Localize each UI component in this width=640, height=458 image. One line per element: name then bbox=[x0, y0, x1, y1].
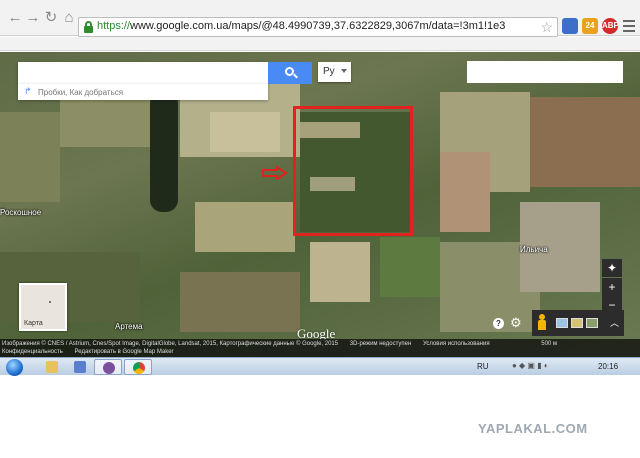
satellite-map[interactable]: ↱ Пробки, Как добраться Ру Роскошное Арт… bbox=[0, 52, 640, 357]
taskbar-explorer[interactable] bbox=[38, 359, 66, 375]
account-panel[interactable] bbox=[467, 61, 623, 83]
place-label-artema: Артема bbox=[115, 322, 143, 331]
search-input[interactable] bbox=[18, 62, 268, 84]
watermark: YAPLAKAL.COM bbox=[478, 421, 588, 436]
browser-toolbar: ← → ↻ ⌂ https://www.google.com.ua/maps/@… bbox=[0, 0, 640, 37]
map-type-thumbnail[interactable]: Карта bbox=[19, 283, 67, 331]
imagery-thumbnail[interactable] bbox=[586, 318, 598, 328]
attribution-text: Изображения © CNES / Astrium, Cnes/Spot … bbox=[2, 341, 339, 347]
taskbar-viber[interactable] bbox=[94, 359, 122, 375]
start-button[interactable] bbox=[6, 359, 23, 376]
back-arrow-icon[interactable]: ← bbox=[6, 10, 24, 26]
language-label: Ру bbox=[323, 66, 335, 77]
home-icon[interactable]: ⌂ bbox=[60, 10, 78, 26]
compass-icon[interactable]: ✦ bbox=[602, 259, 622, 277]
imagery-thumbnail[interactable] bbox=[556, 318, 568, 328]
edit-map-link[interactable]: Редактировать в Google Map Maker bbox=[75, 349, 174, 355]
extension-icon[interactable] bbox=[562, 18, 578, 34]
gear-icon[interactable]: ⚙ bbox=[510, 316, 522, 330]
reload-icon[interactable]: ↻ bbox=[42, 10, 60, 26]
language-indicator[interactable]: RU bbox=[477, 362, 489, 371]
bookmark-star-icon[interactable]: ☆ bbox=[540, 18, 553, 36]
highlight-rectangle bbox=[293, 106, 413, 236]
street-view-panel[interactable]: ︿ bbox=[532, 310, 624, 336]
pegman-icon[interactable] bbox=[538, 314, 546, 330]
address-bar[interactable]: https://www.google.com.ua/maps/@48.49907… bbox=[78, 17, 558, 37]
scale-label: 500 м bbox=[541, 341, 558, 347]
help-icon[interactable]: ? bbox=[493, 318, 504, 329]
map-type-label: Карта bbox=[24, 320, 43, 327]
red-arrow-icon bbox=[262, 166, 288, 180]
footer-link[interactable]: 3D-режим недоступен bbox=[350, 341, 412, 347]
zoom-in-button[interactable]: + bbox=[602, 278, 622, 296]
footer-link[interactable]: Условия использования bbox=[423, 341, 490, 347]
url-text[interactable]: https://www.google.com.ua/maps/@48.49907… bbox=[97, 20, 505, 32]
extension-badge-icon[interactable]: 24 bbox=[582, 18, 598, 34]
chevron-up-icon[interactable]: ︿ bbox=[610, 316, 619, 329]
place-label-roskoshnoe: Роскошное bbox=[0, 208, 42, 217]
directions-icon: ↱ bbox=[24, 86, 32, 96]
adblock-icon[interactable]: ABP bbox=[602, 18, 619, 34]
chevron-down-icon bbox=[341, 69, 347, 73]
language-select[interactable]: Ру bbox=[318, 62, 351, 82]
taskbar-chrome[interactable] bbox=[124, 359, 152, 375]
windows-taskbar: RU ● ◆ ▣ ▮ ◐ 20:16 bbox=[0, 357, 640, 376]
search-button[interactable] bbox=[268, 62, 312, 84]
imagery-thumbnail[interactable] bbox=[571, 318, 583, 328]
tray-icons[interactable]: ● ◆ ▣ ▮ ◐ bbox=[512, 361, 549, 370]
menu-icon[interactable] bbox=[623, 20, 635, 32]
forward-arrow-icon[interactable]: → bbox=[24, 10, 42, 26]
taskbar-media[interactable] bbox=[66, 359, 94, 375]
clock[interactable]: 20:16 bbox=[598, 362, 618, 371]
privacy-link[interactable]: Конфиденциальность bbox=[2, 349, 63, 355]
attribution-bar: Изображения © CNES / Astrium, Cnes/Spot … bbox=[0, 339, 640, 357]
directions-bar[interactable]: ↱ Пробки, Как добраться bbox=[18, 84, 268, 100]
place-label-ilicha: Ильича bbox=[520, 245, 548, 254]
directions-hint: Пробки, Как добраться bbox=[38, 88, 124, 97]
lock-icon bbox=[83, 21, 94, 33]
bookmarks-bar bbox=[0, 37, 640, 51]
